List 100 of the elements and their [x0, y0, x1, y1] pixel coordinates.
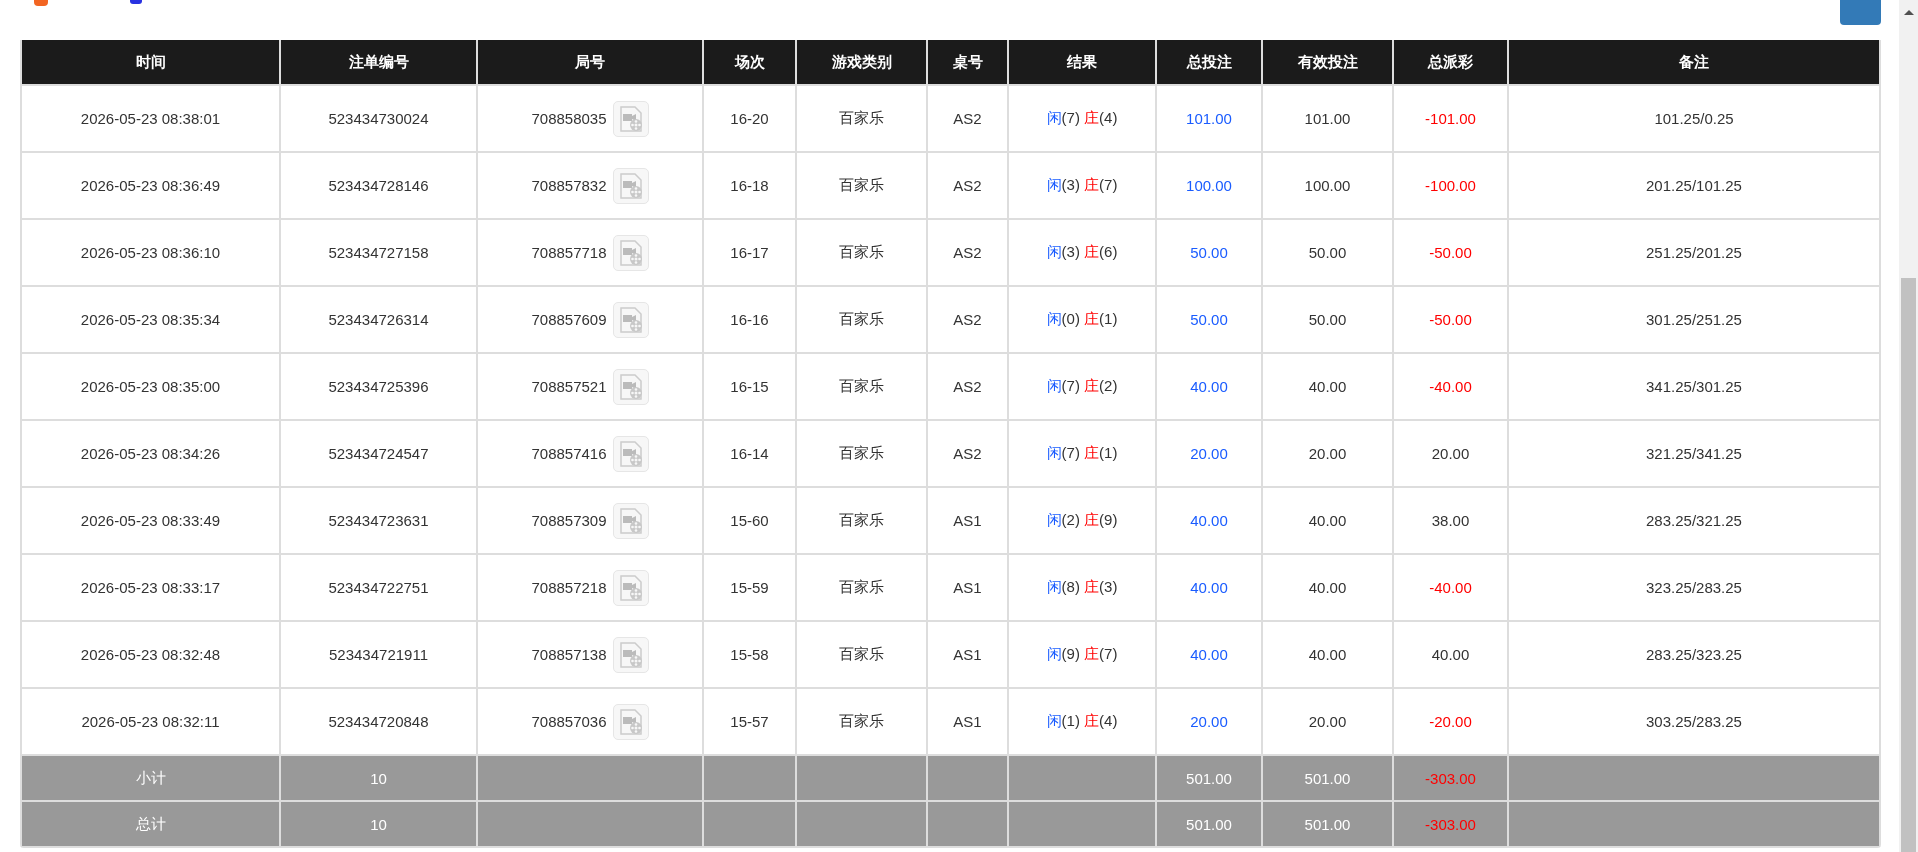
round-number: 708857138: [531, 646, 607, 663]
table-cell: 百家乐: [796, 554, 927, 621]
result-cell: 闲(2) 庄(9): [1008, 487, 1156, 554]
table-cell: 101.00: [1262, 85, 1393, 152]
table-cell: 283.25/323.25: [1508, 621, 1880, 688]
round-number: 708857309: [531, 512, 607, 529]
table-cell: 15-59: [703, 554, 796, 621]
video-button[interactable]: [612, 703, 649, 740]
scrollbar[interactable]: [1899, 0, 1918, 852]
table-cell: 百家乐: [796, 353, 927, 420]
result-cell: 闲(9) 庄(7): [1008, 621, 1156, 688]
table-cell: 小计: [21, 755, 280, 801]
round-number: 708858035: [531, 110, 607, 127]
video-button[interactable]: [612, 234, 649, 271]
round-number: 708857036: [531, 713, 607, 730]
table-cell: AS1: [927, 621, 1008, 688]
column-header: 桌号: [927, 40, 1008, 85]
table-cell: 百家乐: [796, 621, 927, 688]
table-cell: 2026-05-23 08:33:49: [21, 487, 280, 554]
video-button[interactable]: [612, 301, 649, 338]
table-cell: 523434723631: [280, 487, 477, 554]
table-cell: 2026-05-23 08:35:00: [21, 353, 280, 420]
table-cell: 20.00: [1393, 420, 1508, 487]
table-cell: 50.00: [1262, 286, 1393, 353]
table-cell: -101.00: [1393, 85, 1508, 152]
result-cell: 闲(7) 庄(2): [1008, 353, 1156, 420]
table-cell: 16-18: [703, 152, 796, 219]
table-cell: 523434724547: [280, 420, 477, 487]
table-cell: 523434722751: [280, 554, 477, 621]
table-cell: 40.00: [1262, 353, 1393, 420]
table-cell: 100.00: [1156, 152, 1262, 219]
video-button[interactable]: [612, 100, 649, 137]
table-cell: 523434728146: [280, 152, 477, 219]
table-cell: 501.00: [1156, 755, 1262, 801]
table-cell: AS2: [927, 353, 1008, 420]
video-button[interactable]: [612, 636, 649, 673]
video-button[interactable]: [612, 502, 649, 539]
table-cell: 38.00: [1393, 487, 1508, 554]
table-cell: 40.00: [1156, 487, 1262, 554]
toolbar-button[interactable]: [1840, 0, 1881, 25]
table-cell: -40.00: [1393, 554, 1508, 621]
table-cell: 251.25/201.25: [1508, 219, 1880, 286]
column-header: 局号: [477, 40, 703, 85]
column-header: 结果: [1008, 40, 1156, 85]
table-cell: 百家乐: [796, 219, 927, 286]
scroll-up-icon[interactable]: [1904, 10, 1914, 15]
table-cell: 101.25/0.25: [1508, 85, 1880, 152]
table-cell: 523434725396: [280, 353, 477, 420]
table-cell: AS2: [927, 152, 1008, 219]
table-cell: 40.00: [1262, 554, 1393, 621]
table-cell: 523434730024: [280, 85, 477, 152]
table-cell: 50.00: [1156, 286, 1262, 353]
table-cell: 2026-05-23 08:32:48: [21, 621, 280, 688]
table-cell: 2026-05-23 08:34:26: [21, 420, 280, 487]
table-cell: 16-20: [703, 85, 796, 152]
table-cell: 2026-05-23 08:38:01: [21, 85, 280, 152]
video-button[interactable]: [612, 569, 649, 606]
table-cell: AS2: [927, 85, 1008, 152]
table-cell: -303.00: [1393, 755, 1508, 801]
column-header: 有效投注: [1262, 40, 1393, 85]
table-cell: 百家乐: [796, 487, 927, 554]
result-cell: 闲(0) 庄(1): [1008, 286, 1156, 353]
table-cell: 2026-05-23 08:36:10: [21, 219, 280, 286]
table-cell: -303.00: [1393, 801, 1508, 847]
table-cell: 20.00: [1262, 420, 1393, 487]
round-number: 708857609: [531, 311, 607, 328]
table-cell: 100.00: [1262, 152, 1393, 219]
table-cell: AS2: [927, 219, 1008, 286]
table-cell: 2026-05-23 08:35:34: [21, 286, 280, 353]
table-cell: 16-17: [703, 219, 796, 286]
table-cell: 2026-05-23 08:36:49: [21, 152, 280, 219]
table-cell: 283.25/321.25: [1508, 487, 1880, 554]
column-header: 备注: [1508, 40, 1880, 85]
table-cell: 501.00: [1156, 801, 1262, 847]
video-button[interactable]: [612, 368, 649, 405]
table-cell: 16-14: [703, 420, 796, 487]
table-cell: 101.00: [1156, 85, 1262, 152]
scrollbar-thumb[interactable]: [1901, 278, 1916, 852]
table-cell: 40.00: [1156, 353, 1262, 420]
table-cell: AS1: [927, 554, 1008, 621]
table-cell: 323.25/283.25: [1508, 554, 1880, 621]
table-cell: 301.25/251.25: [1508, 286, 1880, 353]
video-button[interactable]: [612, 167, 649, 204]
table-cell: -50.00: [1393, 219, 1508, 286]
video-button[interactable]: [612, 435, 649, 472]
round-number: 708857416: [531, 445, 607, 462]
table-cell: 523434727158: [280, 219, 477, 286]
table-cell: 40.00: [1262, 487, 1393, 554]
table-cell: 16-15: [703, 353, 796, 420]
table-cell: 523434726314: [280, 286, 477, 353]
table-cell: -50.00: [1393, 286, 1508, 353]
table-cell: 10: [280, 755, 477, 801]
table-cell: 501.00: [1262, 801, 1393, 847]
table-cell: 50.00: [1262, 219, 1393, 286]
table-cell: AS1: [927, 487, 1008, 554]
table-cell: -100.00: [1393, 152, 1508, 219]
result-cell: 闲(8) 庄(3): [1008, 554, 1156, 621]
round-number: 708857521: [531, 378, 607, 395]
round-number: 708857218: [531, 579, 607, 596]
table-cell: AS2: [927, 420, 1008, 487]
